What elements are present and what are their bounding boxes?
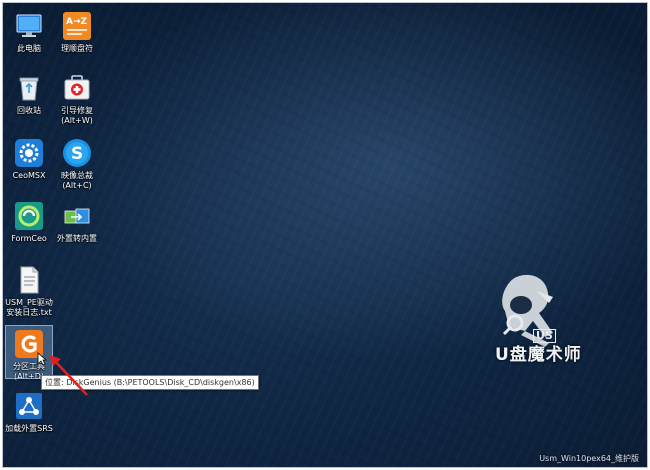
usm-logo: US U盘魔术师	[465, 271, 585, 401]
logo-text: U盘魔术师	[495, 345, 582, 365]
recycle-bin-icon	[14, 73, 44, 103]
desktop-icon-label: 映像总裁	[61, 171, 93, 180]
desktop-icon-formceo[interactable]: FormCeo	[5, 201, 53, 244]
computer-icon	[14, 11, 44, 41]
desktop-icon-label: (Alt+W)	[61, 116, 93, 125]
svg-text:A→Z: A→Z	[66, 17, 88, 27]
transfer-icon	[62, 201, 92, 231]
desktop-icon-recycle-bin[interactable]: 回收站	[5, 73, 53, 116]
desktop: 此电脑 回收站 CeoMSX FormCeo USM_PE驱动 安装日志.txt…	[2, 2, 648, 468]
desktop-icon-label: 此电脑	[17, 44, 41, 53]
desktop-icon-label: (Alt+C)	[62, 181, 92, 190]
svg-text:S: S	[71, 144, 83, 164]
desktop-icon-label: 理顺盘符	[61, 44, 93, 53]
desktop-icon-this-pc[interactable]: 此电脑	[5, 11, 53, 54]
desktop-icon-drive-letter[interactable]: A→Z 理顺盘符	[53, 11, 101, 54]
desktop-icon-label: FormCeo	[11, 234, 47, 243]
desktop-icon-ceomsx[interactable]: CeoMSX	[5, 138, 53, 181]
mouse-cursor-icon	[37, 352, 47, 366]
desktop-icon-label: 引导修复	[61, 106, 93, 115]
network-icon	[14, 391, 44, 421]
az-sort-icon: A→Z	[62, 11, 92, 41]
desktop-icon-label: USM_PE驱动	[5, 298, 53, 307]
formceo-icon	[14, 201, 44, 231]
desktop-icon-label: 加载外置SRS	[5, 424, 53, 433]
desktop-icon-label: CeoMSX	[12, 171, 46, 180]
first-aid-icon	[62, 73, 92, 103]
version-text: Usm_Win10pex64_维护版	[539, 454, 639, 463]
gear-icon	[14, 138, 44, 168]
s-logo-icon: S	[62, 138, 92, 168]
annotation-arrow-icon	[49, 355, 88, 396]
desktop-icon-boot-repair[interactable]: 引导修复 (Alt+W)	[53, 73, 101, 126]
desktop-icon-image-master[interactable]: S 映像总裁 (Alt+C)	[53, 138, 101, 191]
desktop-icon-label: 外置转内置	[57, 234, 97, 243]
text-file-icon	[14, 265, 44, 295]
desktop-icon-usm-log[interactable]: USM_PE驱动 安装日志.txt	[5, 265, 53, 318]
desktop-icon-label: 安装日志.txt	[6, 308, 52, 317]
desktop-icon-label: 回收站	[17, 106, 41, 115]
desktop-icon-external-to-internal[interactable]: 外置转内置	[53, 201, 101, 244]
logo-badge: US	[533, 329, 556, 343]
